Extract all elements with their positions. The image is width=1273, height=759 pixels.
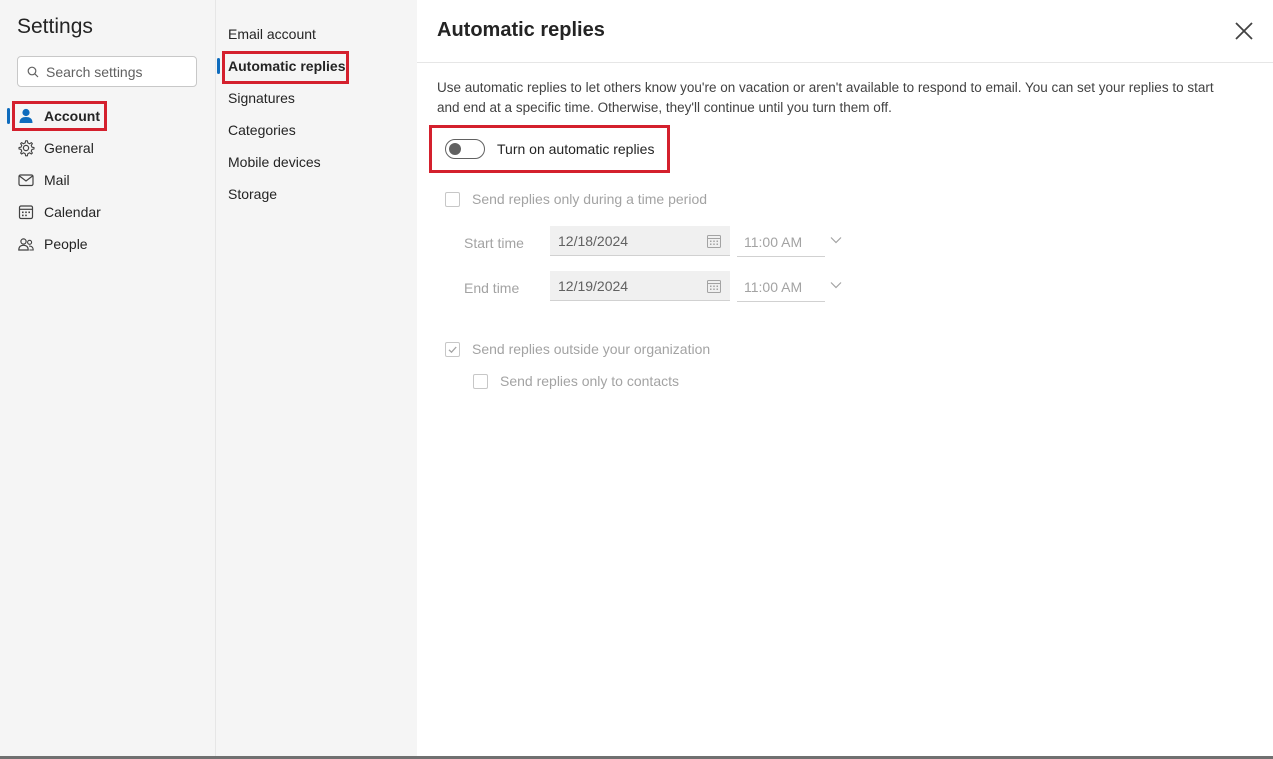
chevron-down-icon[interactable] <box>829 278 843 292</box>
sidebar-item-calendar[interactable]: Calendar <box>17 198 101 226</box>
panel-divider <box>417 62 1273 63</box>
checkmark-icon <box>448 346 457 353</box>
settings-window: Settings Account <box>0 0 1273 759</box>
sidebar-item-label: Calendar <box>44 204 101 220</box>
search-icon <box>27 66 39 77</box>
submenu-item-storage[interactable]: Storage <box>228 182 277 206</box>
settings-title: Settings <box>17 15 93 38</box>
end-time-label: End time <box>464 280 520 296</box>
settings-sidebar: Settings Account <box>0 0 216 759</box>
sidebar-item-people[interactable]: People <box>17 230 88 258</box>
calendar-icon <box>17 203 35 221</box>
contacts-only-checkbox[interactable] <box>473 373 488 389</box>
highlight-box-automatic-replies <box>222 51 349 84</box>
end-date-value: 12/19/2024 <box>558 277 629 294</box>
highlight-box-toggle <box>429 125 670 173</box>
start-time-field[interactable]: 11:00 AM <box>737 227 825 257</box>
outside-org-checkbox[interactable] <box>445 341 460 357</box>
automatic-replies-panel: Automatic replies Use automatic replies … <box>417 0 1273 756</box>
end-date-field[interactable]: 12/19/2024 <box>550 271 730 301</box>
sidebar-item-mail[interactable]: Mail <box>17 166 70 194</box>
outside-org-label: Send replies outside your organization <box>472 341 711 357</box>
time-period-label: Send replies only during a time period <box>472 191 708 207</box>
account-submenu: Email account Automatic replies Signatur… <box>216 0 417 759</box>
sidebar-item-general[interactable]: General <box>17 134 94 162</box>
people-icon <box>17 235 35 253</box>
contacts-only-checkbox-row: Send replies only to contacts <box>473 373 679 389</box>
description-text: Use automatic replies to let others know… <box>437 80 1214 115</box>
time-period-checkbox[interactable] <box>445 191 460 207</box>
submenu-item-categories[interactable]: Categories <box>228 118 296 142</box>
time-period-checkbox-row: Send replies only during a time period <box>445 191 707 207</box>
chevron-down-icon[interactable] <box>829 233 843 247</box>
selected-indicator <box>7 108 10 124</box>
search-input[interactable] <box>46 63 186 80</box>
panel-title: Automatic replies <box>437 19 605 41</box>
contacts-only-label: Send replies only to contacts <box>500 373 679 389</box>
start-time-label: Start time <box>464 235 524 251</box>
start-date-value: 12/18/2024 <box>558 232 629 249</box>
close-button[interactable] <box>1233 20 1255 42</box>
selected-indicator <box>217 58 220 74</box>
search-box[interactable] <box>17 56 197 87</box>
calendar-icon <box>707 235 721 248</box>
outside-org-checkbox-row: Send replies outside your organization <box>445 341 710 357</box>
sidebar-item-label: General <box>44 140 94 156</box>
start-time-value: 11:00 AM <box>744 233 803 250</box>
close-icon <box>1235 22 1253 40</box>
highlight-box-account <box>12 101 107 131</box>
calendar-icon <box>707 280 721 293</box>
start-date-field[interactable]: 12/18/2024 <box>550 226 730 256</box>
end-time-value: 11:00 AM <box>744 278 803 295</box>
gear-icon <box>17 139 35 157</box>
mail-icon <box>17 171 35 189</box>
sidebar-item-label: Mail <box>44 172 70 188</box>
submenu-item-mobile-devices[interactable]: Mobile devices <box>228 150 321 174</box>
sidebar-item-label: People <box>44 236 88 252</box>
submenu-item-signatures[interactable]: Signatures <box>228 86 295 110</box>
end-time-field[interactable]: 11:00 AM <box>737 272 825 302</box>
submenu-item-email-account[interactable]: Email account <box>228 22 316 46</box>
